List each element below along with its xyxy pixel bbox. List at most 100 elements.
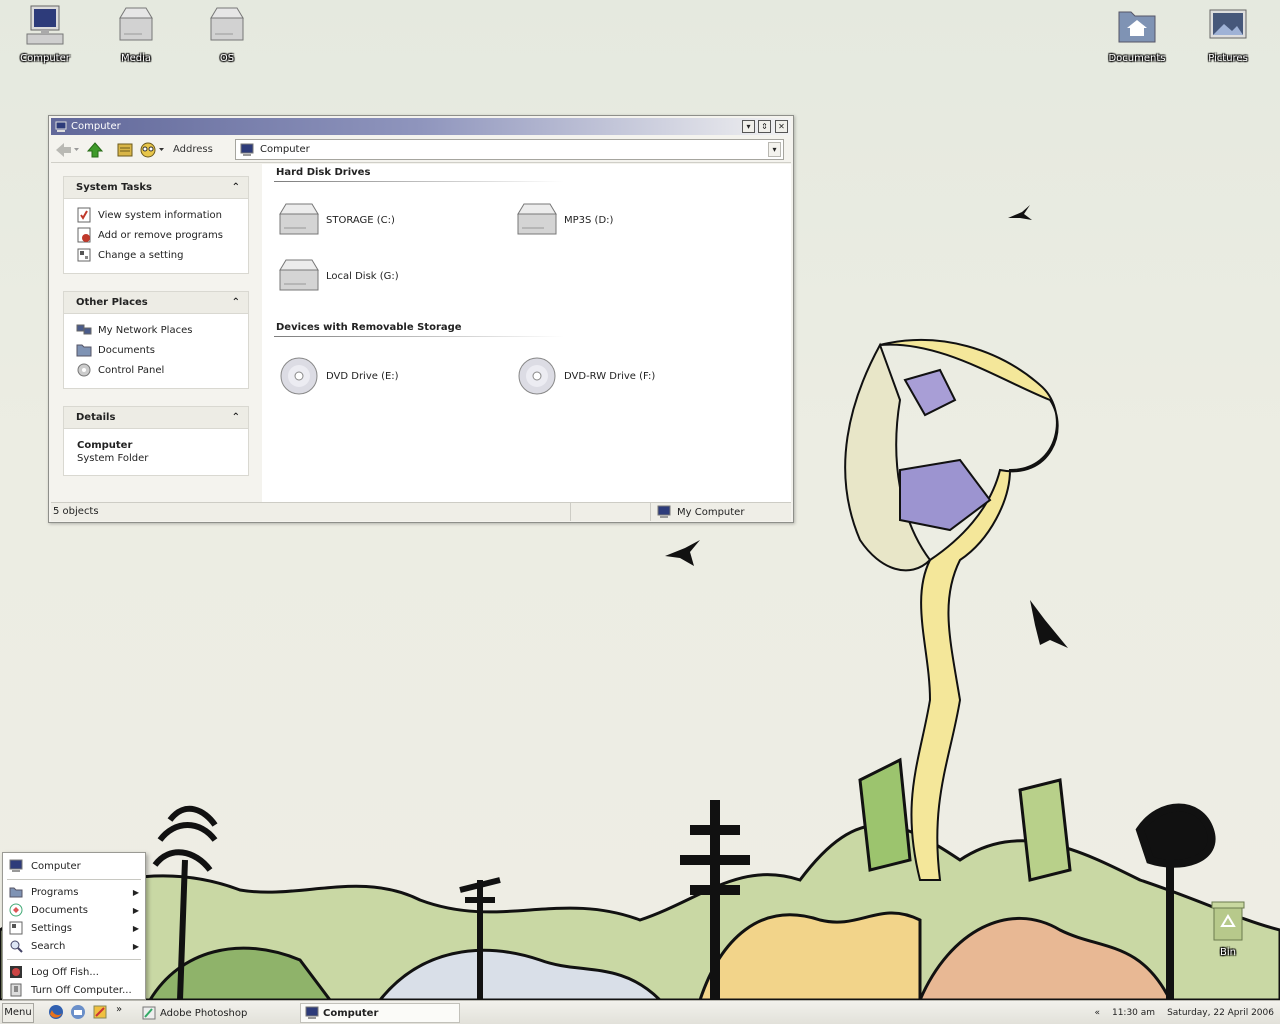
desktop-icon-media[interactable]: Media [101,4,171,64]
task-view-system-info[interactable]: View system information [64,205,248,225]
desktop-icon-pictures[interactable]: Pictures [1193,4,1263,64]
desktop-icon-documents[interactable]: Documents [1102,4,1172,64]
firefox-icon[interactable] [48,1004,64,1020]
address-value: Computer [260,144,310,155]
programs-folder-icon [9,887,23,898]
minimize-button[interactable]: ▾ [742,120,755,133]
desktop-icon-label: Media [120,53,152,64]
add-remove-programs-icon [77,227,91,243]
clock-date: Saturday, 22 April 2006 [1167,1008,1274,1018]
menu-item-logoff[interactable]: Log Off Fish... [5,963,143,981]
task-label: Add or remove programs [98,229,223,241]
start-button[interactable]: Menu [2,1003,34,1023]
drive-icon [210,7,244,41]
collapse-icon[interactable]: ⌃ [232,412,240,423]
quicklaunch-more-button[interactable]: » [116,1004,122,1015]
task-button-computer[interactable]: Computer [300,1003,460,1023]
menu-item-shutdown[interactable]: Turn Off Computer... [5,981,143,999]
status-zone: My Computer [653,503,791,521]
pictures-icon [1209,9,1247,39]
shutdown-icon [10,983,22,997]
views-button[interactable] [139,140,167,160]
drive-storage-c[interactable]: STORAGE (C:) [276,198,395,242]
other-places-panel: Other Places ⌃ My Network Places Documen… [63,291,249,389]
details-header[interactable]: Details ⌃ [64,407,248,429]
photoshop-icon [142,1006,156,1020]
task-label: View system information [98,209,222,221]
explorer-window[interactable]: Computer ▾ ⇕ ✕ Address Computer ▾ System… [48,115,794,523]
window-titlebar[interactable]: Computer ▾ ⇕ ✕ [51,118,791,135]
thunderbird-icon[interactable] [70,1004,86,1020]
address-dropdown-button[interactable]: ▾ [768,142,781,157]
computer-icon [240,143,254,156]
system-tasks-panel: System Tasks ⌃ View system information A… [63,176,249,274]
other-places-header[interactable]: Other Places ⌃ [64,292,248,314]
drive-mp3s-d[interactable]: MP3S (D:) [514,198,613,242]
collapse-icon[interactable]: ⌃ [232,297,240,308]
start-menu: Computer Programs ▶ Documents ▶ Settings… [2,852,146,1000]
desktop-icon-label: Documents [1108,53,1166,64]
menu-item-documents[interactable]: Documents ▶ [5,901,143,919]
desktop-icon-os[interactable]: OS [192,4,262,64]
back-arrow-icon [56,142,79,157]
drive-label: Local Disk (G:) [326,270,399,282]
tray-expand-button[interactable]: « [1094,1008,1100,1018]
drive-dvd-e[interactable]: DVD Drive (E:) [276,354,399,398]
task-button-photoshop[interactable]: Adobe Photoshop [138,1003,296,1023]
place-label: Documents [98,344,156,356]
menu-item-computer[interactable]: Computer [5,857,143,875]
close-button[interactable]: ✕ [775,120,788,133]
system-tasks-header[interactable]: System Tasks ⌃ [64,177,248,199]
network-places-icon [76,324,92,335]
folders-icon [117,143,133,156]
group-title-hard-disk: Hard Disk Drives [276,167,371,178]
menu-label: Search [31,940,66,952]
group-divider [274,181,564,182]
optical-disc-icon [280,357,318,395]
address-bar[interactable]: Computer ▾ [235,139,784,160]
desktop-icon-label: OS [219,53,235,64]
computer-icon [26,5,64,45]
computer-icon [657,505,671,518]
details-panel: Details ⌃ Computer System Folder [63,406,249,476]
menu-label: Computer [31,860,81,872]
folders-button[interactable] [115,140,135,160]
details-name: Computer [77,440,133,451]
desktop-icon-label: Bin [1220,947,1236,958]
desktop-icon-bin[interactable]: Bin [1193,898,1263,958]
group-title-removable: Devices with Removable Storage [276,322,462,333]
menu-label: Settings [31,922,73,934]
status-zone-label: My Computer [677,506,745,518]
desktop-icon-computer[interactable]: Computer [10,4,80,64]
place-network[interactable]: My Network Places [64,320,248,340]
task-change-setting[interactable]: Change a setting [64,245,248,265]
panel-title: Other Places [76,297,148,308]
drive-dvdrw-f[interactable]: DVD-RW Drive (F:) [514,354,655,398]
menu-item-search[interactable]: Search ▶ [5,937,143,955]
task-add-remove-programs[interactable]: Add or remove programs [64,225,248,245]
up-arrow-icon [87,141,103,157]
place-control-panel[interactable]: Control Panel [64,360,248,380]
computer-icon [9,859,23,872]
tools-icon[interactable] [92,1004,108,1020]
menu-item-programs[interactable]: Programs ▶ [5,883,143,901]
back-button[interactable] [53,140,81,160]
desktop-icon-label: Computer [20,53,70,64]
collapse-icon[interactable]: ⌃ [232,182,240,193]
clock-time[interactable]: 11:30 am [1112,1008,1155,1018]
menu-label: Turn Off Computer... [31,984,132,996]
drive-local-g[interactable]: Local Disk (G:) [276,254,399,298]
submenu-arrow-icon: ▶ [132,905,139,915]
gear-icon [77,363,91,377]
maximize-button[interactable]: ⇕ [758,120,771,133]
menu-label: Log Off Fish... [31,966,99,978]
status-objects: 5 objects [51,503,571,521]
submenu-arrow-icon: ▶ [132,887,139,897]
up-button[interactable] [85,140,105,160]
task-label: Change a setting [98,249,184,261]
content-pane: Hard Disk Drives STORAGE (C:) MP3S (D:) … [262,164,791,502]
home-folder-icon [1118,11,1156,43]
place-documents[interactable]: Documents [64,340,248,360]
menu-item-settings[interactable]: Settings ▶ [5,919,143,937]
group-divider [274,336,564,337]
